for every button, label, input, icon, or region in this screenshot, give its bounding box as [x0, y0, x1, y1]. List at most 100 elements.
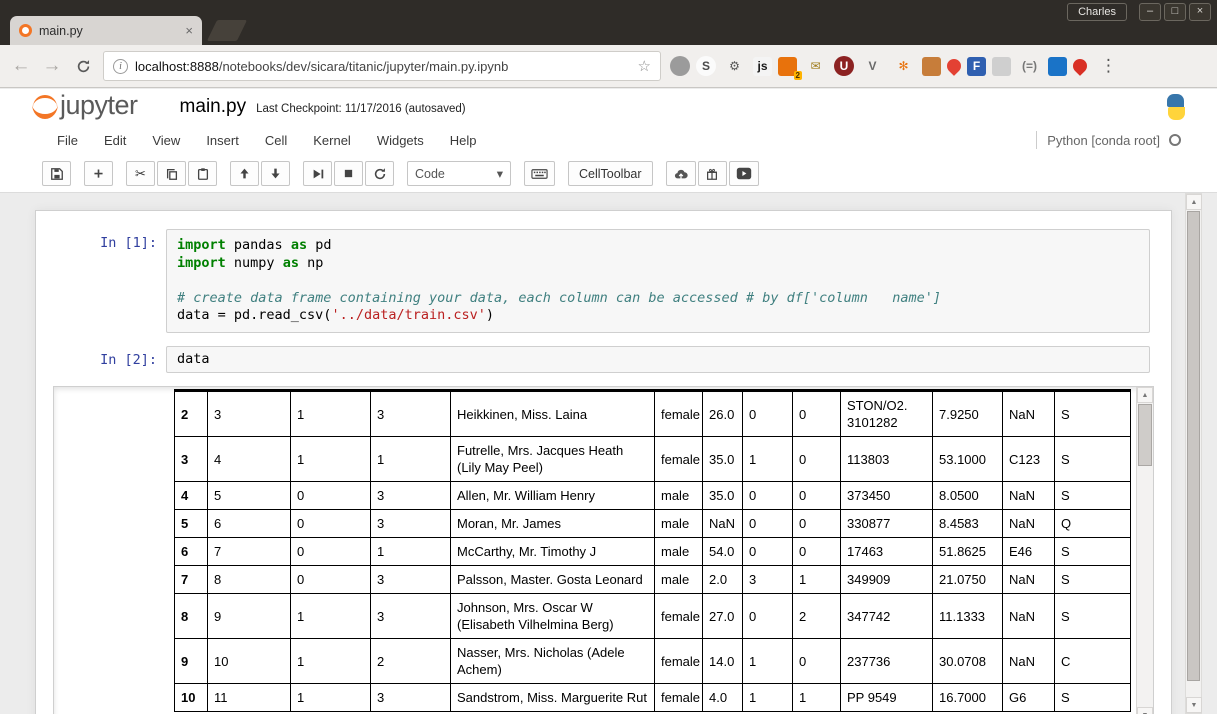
table-cell: Allen, Mr. William Henry: [450, 481, 655, 510]
kernel-name: Python [conda root]: [1047, 132, 1160, 148]
cut-cell-button[interactable]: ✂: [126, 161, 155, 186]
browser-menu-icon[interactable]: ⋮: [1100, 56, 1117, 76]
table-cell: 0: [290, 537, 371, 566]
back-icon[interactable]: ←: [10, 55, 32, 77]
menu-file[interactable]: File: [44, 133, 91, 148]
output-scrollbar[interactable]: ▲ ▼: [1136, 387, 1153, 714]
extension-icon-ublock[interactable]: U: [834, 56, 854, 76]
table-row: 10 11 1 3 Sandstrom, Miss. Marguerite Rut fem…: [174, 683, 1131, 712]
extension-icon-gray-page[interactable]: [992, 56, 1011, 76]
extension-icon-gear[interactable]: ⚙: [722, 56, 747, 77]
save-button[interactable]: [42, 161, 71, 186]
menu-help[interactable]: Help: [437, 133, 490, 148]
extension-icon-js[interactable]: js: [753, 56, 772, 76]
extension-icon-mail[interactable]: ✉: [803, 56, 828, 77]
table-cell: male: [654, 481, 703, 510]
close-button[interactable]: ×: [1189, 3, 1211, 21]
menu-cell[interactable]: Cell: [252, 133, 300, 148]
menu-kernel[interactable]: Kernel: [300, 133, 364, 148]
cell-type-dropdown[interactable]: Code ▾: [407, 161, 511, 186]
output-scrollbar-thumb[interactable]: [1138, 404, 1152, 466]
url-bar[interactable]: i localhost:8888/notebooks/dev/sicara/ti…: [103, 51, 661, 81]
stop-kernel-button[interactable]: [334, 161, 363, 186]
extension-icon-gray-dot[interactable]: [670, 56, 690, 76]
scroll-down-icon[interactable]: ▼: [1137, 707, 1153, 714]
python-logo-icon: [1163, 94, 1189, 120]
extension-icon-tan-mark[interactable]: [922, 56, 941, 76]
table-cell: C123: [1002, 436, 1055, 482]
scroll-up-icon[interactable]: ▲: [1186, 194, 1202, 210]
table-cell: 349909: [840, 565, 933, 594]
browser-tab[interactable]: main.py ×: [10, 16, 202, 45]
table-cell: S: [1054, 481, 1131, 510]
table-cell: 1: [792, 683, 841, 712]
table-cell: NaN: [1002, 390, 1055, 437]
run-cell-button[interactable]: [303, 161, 332, 186]
extension-icon-red-pin[interactable]: [944, 56, 964, 76]
code-cell[interactable]: In [2]: data: [36, 345, 1171, 373]
scroll-down-icon[interactable]: ▼: [1186, 697, 1202, 713]
table-cell: 1: [370, 537, 451, 566]
maximize-button[interactable]: □: [1164, 3, 1186, 21]
extension-icon-s-logo[interactable]: S: [696, 56, 716, 76]
menu-insert[interactable]: Insert: [193, 133, 252, 148]
jupyter-logo-text: jupyter: [60, 89, 138, 120]
celltoolbar-button[interactable]: CellToolbar: [568, 161, 653, 186]
table-row: 3 4 1 1 Futrelle, Mrs. Jacques Heath (Lily M…: [174, 436, 1131, 482]
page-scrollbar[interactable]: ▲ ▼: [1185, 193, 1202, 714]
table-cell: Heikkinen, Miss. Laina: [450, 390, 655, 437]
new-tab-button[interactable]: [206, 20, 248, 41]
table-cell: 21.0750: [932, 565, 1003, 594]
table-cell: 1: [290, 390, 371, 437]
page-scrollbar-thumb[interactable]: [1187, 211, 1200, 681]
move-cell-up-button[interactable]: [230, 161, 259, 186]
notebook-menubar: File Edit View Insert Cell Kernel Widgets Help …: [0, 125, 1217, 155]
reload-icon[interactable]: [72, 59, 94, 74]
play-video-button[interactable]: [728, 161, 759, 186]
output-area[interactable]: 2 3 1 3 Heikkinen, Miss. Laina female 26.0 0 0 ST…: [53, 386, 1154, 714]
scroll-up-icon[interactable]: ▲: [1137, 387, 1153, 403]
code-editor[interactable]: import pandas as pd import numpy as np # …: [166, 229, 1150, 333]
code-cell[interactable]: In [1]: import pandas as pd import numpy …: [36, 229, 1171, 333]
forward-icon[interactable]: →: [41, 55, 63, 77]
extension-icon-paren-eq[interactable]: (=): [1017, 56, 1042, 77]
table-cell: 11: [207, 683, 291, 712]
cloud-upload-button[interactable]: [665, 161, 696, 186]
window-titlebar: Charles – □ × main.py ×: [0, 0, 1217, 45]
info-icon[interactable]: i: [113, 58, 128, 74]
tab-close-icon[interactable]: ×: [185, 23, 193, 38]
minimize-button[interactable]: –: [1139, 3, 1161, 21]
table-cell: 0: [792, 638, 841, 684]
jupyter-favicon-icon: [19, 24, 32, 37]
code-editor[interactable]: data: [166, 345, 1150, 373]
notebook-title[interactable]: main.py: [180, 96, 247, 118]
extension-icon-v-logo[interactable]: V: [860, 56, 885, 77]
gift-button[interactable]: [697, 161, 727, 186]
url-host: localhost:8888: [135, 58, 219, 74]
move-cell-down-button[interactable]: [261, 161, 290, 186]
table-cell: 373450: [840, 481, 933, 510]
extension-icon-blue-square[interactable]: [1048, 56, 1067, 76]
table-cell: 14.0: [702, 638, 743, 684]
table-cell: 0: [742, 537, 793, 566]
paste-cell-button[interactable]: [188, 161, 217, 186]
copy-cell-button[interactable]: [157, 161, 186, 186]
bookmark-star-icon[interactable]: ☆: [638, 57, 651, 75]
extension-icon-red-marker[interactable]: [1070, 56, 1090, 76]
menu-edit[interactable]: Edit: [91, 133, 139, 148]
extension-icon-orange-mark[interactable]: ✻: [891, 56, 916, 77]
table-cell: Nasser, Mrs. Nicholas (Adele Achem): [450, 638, 655, 684]
menu-view[interactable]: View: [139, 133, 193, 148]
jupyter-logo[interactable]: jupyter: [30, 89, 138, 123]
table-cell: C: [1054, 638, 1131, 684]
table-cell: 0: [792, 436, 841, 482]
user-indicator[interactable]: Charles: [1067, 3, 1127, 21]
restart-kernel-button[interactable]: [365, 161, 394, 186]
extension-icon-orange-grid[interactable]: 2: [778, 56, 802, 80]
table-cell: 3: [370, 481, 451, 510]
menu-widgets[interactable]: Widgets: [364, 133, 437, 148]
add-cell-button[interactable]: [84, 161, 113, 186]
command-palette-button[interactable]: [524, 161, 555, 186]
extension-icon-blue-f[interactable]: F: [967, 56, 986, 76]
table-cell: 0: [742, 593, 793, 639]
